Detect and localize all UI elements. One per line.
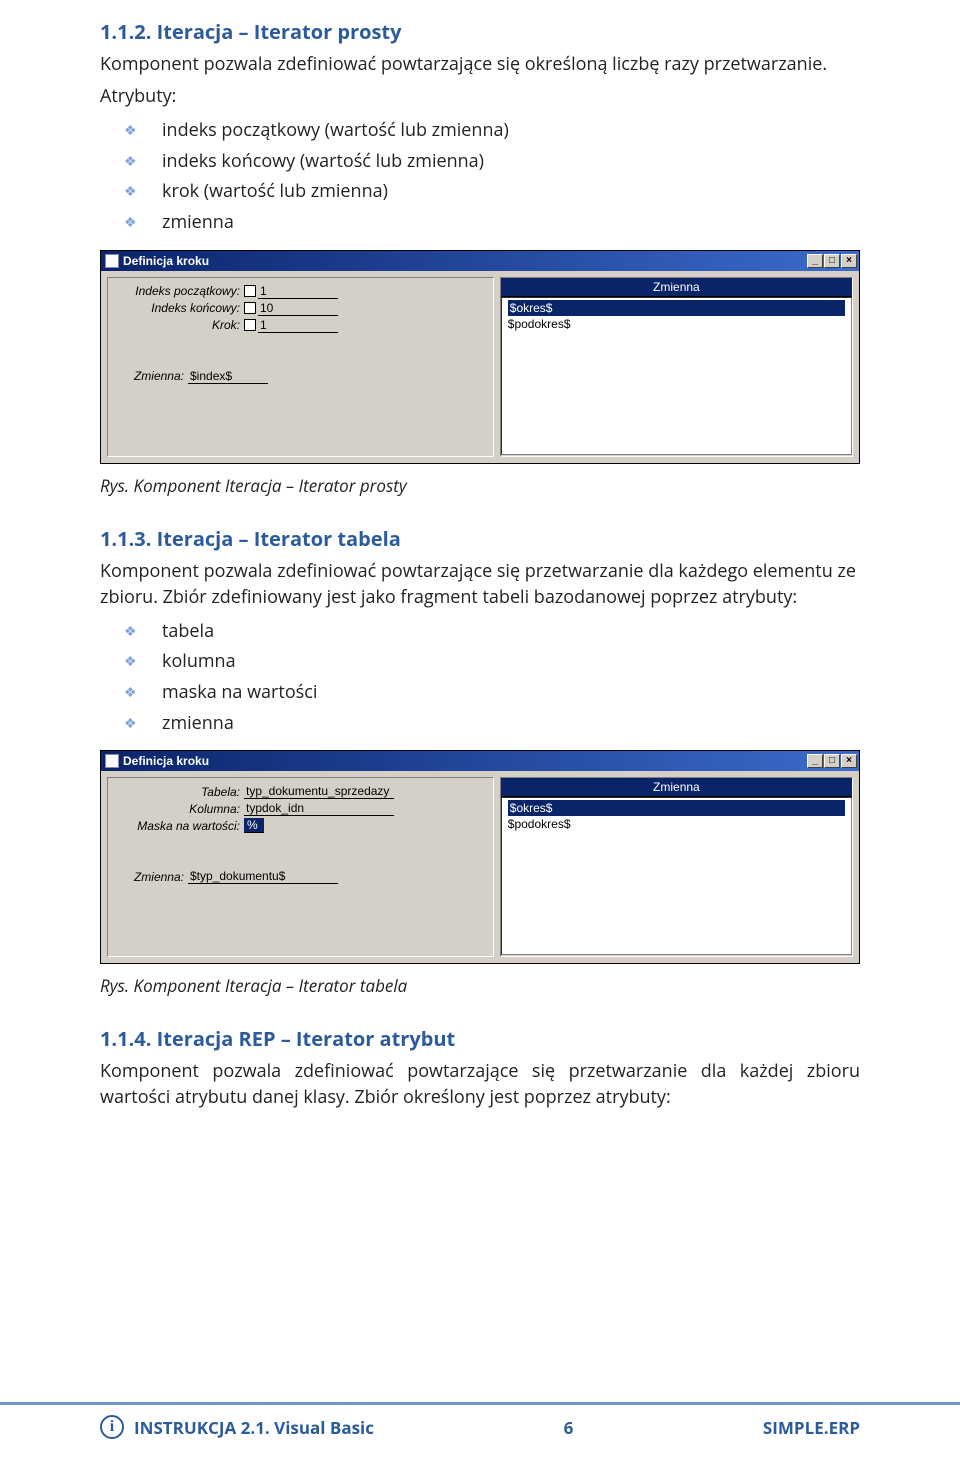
- bullet-item: zmienna: [110, 207, 860, 238]
- window-icon: [105, 754, 119, 768]
- para-113: Komponent pozwala zdefiniować powtarzają…: [100, 558, 860, 610]
- variable-list-header: Zmienna: [501, 778, 852, 797]
- screenshot-iterator-prosty: Definicja kroku _ □ × Indeks początkowy:…: [100, 250, 860, 464]
- variable-list-header: Zmienna: [501, 278, 852, 297]
- caption-113: Rys. Komponent Iteracja – Iterator tabel…: [100, 974, 860, 997]
- bullet-item: krok (wartość lub zmienna): [110, 176, 860, 207]
- label-index-start: Indeks początkowy:: [116, 284, 244, 298]
- right-panel: Zmienna $okres$ $podokres$: [500, 777, 853, 957]
- value-tabela[interactable]: typ_dokumentu_sprzedazy: [244, 784, 394, 799]
- label-index-end: Indeks końcowy:: [116, 301, 244, 315]
- heading-114: 1.1.4. Iteracja REP – Iterator atrybut: [100, 1025, 860, 1052]
- page-footer: i INSTRUKCJA 2.1. Visual Basic 6 SIMPLE.…: [0, 1402, 960, 1439]
- minimize-button[interactable]: _: [807, 754, 823, 768]
- bullet-item: indeks końcowy (wartość lub zmienna): [110, 146, 860, 177]
- footer-title: INSTRUKCJA 2.1. Visual Basic: [134, 1416, 374, 1439]
- value-index-start[interactable]: 1: [258, 284, 338, 299]
- info-icon: i: [100, 1415, 124, 1439]
- window-buttons: _ □ ×: [807, 254, 857, 268]
- maximize-button[interactable]: □: [824, 254, 840, 268]
- close-button[interactable]: ×: [841, 754, 857, 768]
- heading-113: 1.1.3. Iteracja – Iterator tabela: [100, 525, 860, 552]
- window-title: Definicja kroku: [123, 254, 209, 268]
- value-index-end[interactable]: 10: [258, 301, 338, 316]
- bullet-item: maska na wartości: [110, 677, 860, 708]
- variable-item[interactable]: $podokres$: [508, 817, 571, 831]
- caption-112: Rys. Komponent Iteracja – Iterator prost…: [100, 474, 860, 497]
- value-maska[interactable]: %: [244, 818, 264, 833]
- label-maska: Maska na wartości:: [116, 819, 244, 833]
- bullets-112: indeks początkowy (wartość lub zmienna) …: [100, 115, 860, 237]
- left-panel: Tabela: typ_dokumentu_sprzedazy Kolumna:…: [107, 777, 494, 957]
- left-panel: Indeks początkowy: 1 Indeks końcowy: 10 …: [107, 277, 494, 457]
- label-tabela: Tabela:: [116, 785, 244, 799]
- checkbox-end[interactable]: [244, 302, 256, 314]
- bullet-item: tabela: [110, 616, 860, 647]
- window-title-wrap: Definicja kroku: [105, 754, 209, 768]
- variable-item[interactable]: $podokres$: [508, 317, 571, 331]
- page-number: 6: [564, 1416, 574, 1439]
- intro-112-2: Atrybuty:: [100, 83, 860, 109]
- variable-item-selected[interactable]: $okres$: [508, 300, 845, 316]
- bullet-item: indeks początkowy (wartość lub zmienna): [110, 115, 860, 146]
- label-zmienna: Zmienna:: [116, 369, 188, 383]
- footer-left: i INSTRUKCJA 2.1. Visual Basic: [100, 1415, 374, 1439]
- close-button[interactable]: ×: [841, 254, 857, 268]
- window-title: Definicja kroku: [123, 754, 209, 768]
- variable-list[interactable]: $okres$ $podokres$: [501, 797, 852, 955]
- label-step: Krok:: [116, 318, 244, 332]
- value-zmienna[interactable]: $typ_dokumentu$: [188, 869, 338, 884]
- screenshot-iterator-tabela: Definicja kroku _ □ × Tabela: typ_dokume…: [100, 750, 860, 964]
- value-kolumna[interactable]: typdok_idn: [244, 801, 394, 816]
- heading-112: 1.1.2. Iteracja – Iterator prosty: [100, 18, 860, 45]
- window-icon: [105, 254, 119, 268]
- bullet-item: kolumna: [110, 646, 860, 677]
- footer-brand: SIMPLE.ERP: [763, 1416, 860, 1439]
- checkbox-start[interactable]: [244, 285, 256, 297]
- checkbox-step[interactable]: [244, 319, 256, 331]
- minimize-button[interactable]: _: [807, 254, 823, 268]
- intro-112-1: Komponent pozwala zdefiniować powtarzają…: [100, 51, 860, 77]
- label-kolumna: Kolumna:: [116, 802, 244, 816]
- window-buttons: _ □ ×: [807, 754, 857, 768]
- bullet-item: zmienna: [110, 708, 860, 739]
- value-zmienna[interactable]: $index$: [188, 369, 268, 384]
- value-step[interactable]: 1: [258, 318, 338, 333]
- para-114: Komponent pozwala zdefiniować powtarzają…: [100, 1058, 860, 1110]
- window-title-wrap: Definicja kroku: [105, 254, 209, 268]
- window-titlebar: Definicja kroku _ □ ×: [101, 251, 859, 271]
- right-panel: Zmienna $okres$ $podokres$: [500, 277, 853, 457]
- maximize-button[interactable]: □: [824, 754, 840, 768]
- variable-item-selected[interactable]: $okres$: [508, 800, 845, 816]
- bullets-113: tabela kolumna maska na wartości zmienna: [100, 616, 860, 738]
- label-zmienna: Zmienna:: [116, 870, 188, 884]
- window-titlebar: Definicja kroku _ □ ×: [101, 751, 859, 771]
- variable-list[interactable]: $okres$ $podokres$: [501, 297, 852, 455]
